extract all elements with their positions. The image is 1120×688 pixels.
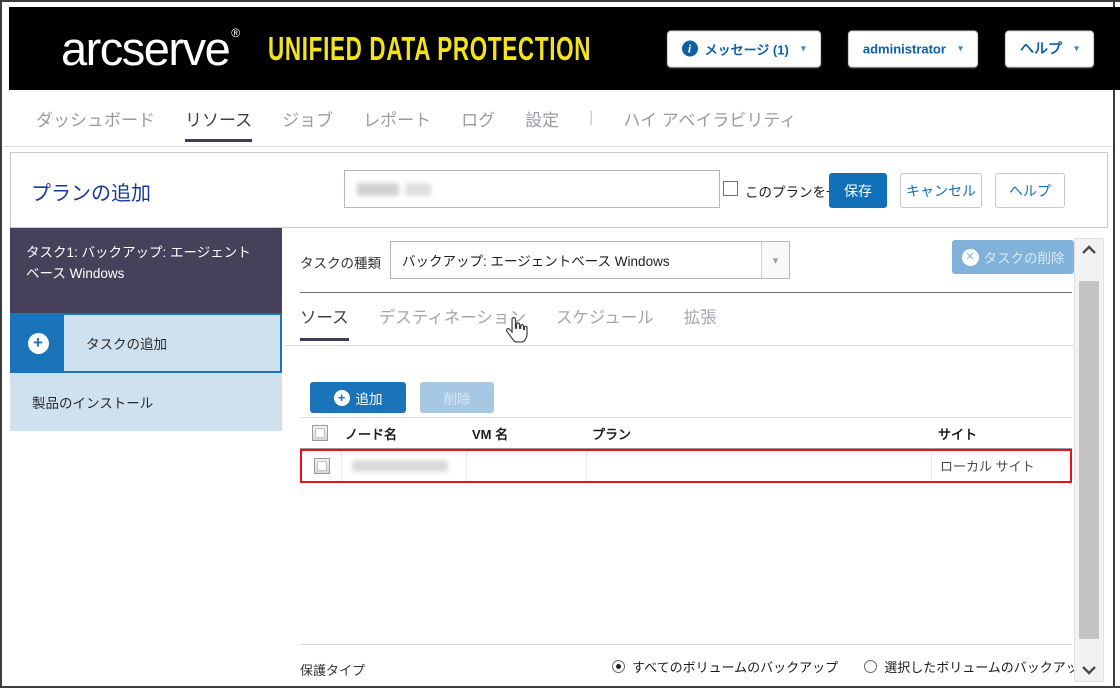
sidebar-item-product-install[interactable]: 製品のインストール [10,373,282,431]
protection-type-label: 保護タイプ [300,660,365,679]
nav-item-settings[interactable]: 設定 [525,106,559,131]
logo-wordmark: arcserve [61,25,229,72]
cell-site: ローカル サイト [940,459,1035,474]
tab-source[interactable]: ソース [300,304,349,341]
radio-all-volumes[interactable]: すべてのボリュームのバックアップ [612,657,838,676]
column-header-node-name: ノード名 [340,424,465,443]
help-dropdown-button[interactable]: ヘルプ ▾ [1005,30,1094,67]
user-label: administrator [863,41,946,56]
task-type-value: バックアップ: エージェントベース Windows [391,250,761,270]
app-window: arcserve ® UNIFIED DATA PROTECTION i メッセ… [0,0,1120,688]
plus-circle-icon: + [334,390,350,406]
nav-divider: | [589,109,593,127]
delete-task-button[interactable]: ✕ タスクの削除 [952,240,1074,274]
redacted-plan-name [405,183,431,196]
add-task-button[interactable]: + タスクの追加 [10,313,282,373]
nav-item-log[interactable]: ログ [461,106,495,131]
column-header-plan: プラン [585,424,930,443]
logo-tagline: UNIFIED DATA PROTECTION [268,32,591,65]
info-icon: i [682,41,698,57]
nav-item-resources[interactable]: リソース [185,106,252,131]
arcserve-logo: arcserve ® UNIFIED DATA PROTECTION [9,25,743,72]
vertical-scrollbar[interactable] [1074,238,1104,682]
messages-label: メッセージ (1) [705,39,789,58]
add-node-label: 追加 [356,388,383,408]
chevron-down-icon: ▾ [958,43,963,54]
row-checkbox[interactable] [314,458,330,474]
redacted-node-name [352,460,448,472]
tab-schedule[interactable]: スケジュール [556,304,654,341]
cell-plan [587,451,932,481]
task-sidebar: タスク1: バックアップ: エージェント ベース Windows + タスクの追… [10,228,282,431]
add-task-icon-cell: + [12,315,64,371]
task-type-select[interactable]: バックアップ: エージェントベース Windows ▾ [390,241,790,279]
brand-header: arcserve ® UNIFIED DATA PROTECTION i メッセ… [9,7,1120,90]
radio-unselected-icon [864,660,877,673]
cancel-button[interactable]: キャンセル [900,173,982,208]
user-dropdown-button[interactable]: administrator ▾ [848,30,978,67]
sidebar-item-task1[interactable]: タスク1: バックアップ: エージェント ベース Windows [10,228,282,313]
chevron-down-icon: ▾ [1074,43,1079,54]
nav-item-high-availability[interactable]: ハイ アベイラビリティ [623,106,796,131]
plus-circle-icon: + [28,333,49,354]
scroll-down-arrow[interactable] [1075,666,1103,675]
page-title: プランの追加 [31,177,151,206]
add-task-label: タスクの追加 [64,315,280,371]
radio-selected-volumes-label: 選択したボリュームのバックアップ [884,657,1092,676]
task-type-label: タスクの種類 [300,252,381,272]
plan-header-band: プランの追加 このプランを一時停止 保存 キャンセル ヘルプ [10,152,1108,228]
save-button[interactable]: 保存 [829,173,887,208]
table-header-row: ノード名 VM 名 プラン サイト [300,418,1072,449]
column-header-site: サイト [930,424,1072,443]
panel-divider [300,292,1072,293]
messages-dropdown-button[interactable]: i メッセージ (1) ▾ [667,30,821,67]
chevron-down-icon: ▾ [761,242,789,278]
radio-selected-icon [612,660,625,673]
redacted-plan-name [357,183,399,196]
window-border-top [0,0,1120,2]
nav-item-jobs[interactable]: ジョブ [282,106,333,131]
nodes-table: ノード名 VM 名 プラン サイト ローカル サイト [300,417,1072,645]
help-label: ヘルプ [1020,39,1062,59]
delete-task-label: タスクの削除 [984,247,1065,267]
pause-plan-checkbox[interactable] [723,181,738,196]
window-border-right [1113,0,1115,688]
nav-item-reports[interactable]: レポート [363,106,431,131]
tab-advanced[interactable]: 拡張 [684,304,717,341]
tabs-underline-divider [284,345,1074,346]
registered-mark: ® [231,26,240,40]
nav-item-dashboard[interactable]: ダッシュボード [36,106,155,131]
cell-vm-name [467,451,587,481]
delete-node-button[interactable]: 削除 [420,382,494,413]
scrollbar-thumb[interactable] [1079,281,1099,639]
table-row[interactable]: ローカル サイト [300,449,1072,483]
protection-type-options: すべてのボリュームのバックアップ 選択したボリュームのバックアップ [612,657,1092,676]
column-header-vm-name: VM 名 [465,424,585,443]
select-all-checkbox[interactable] [312,425,328,441]
help-button[interactable]: ヘルプ [995,173,1065,208]
chevron-down-icon: ▾ [801,43,806,54]
scroll-up-arrow[interactable] [1075,245,1103,254]
mouse-cursor [504,316,530,349]
main-nav: ダッシュボード リソース ジョブ レポート ログ 設定 | ハイ アベイラビリテ… [2,90,1113,147]
x-circle-icon: ✕ [962,249,979,266]
plan-name-input[interactable] [344,170,720,208]
add-node-button[interactable]: + 追加 [310,382,406,413]
radio-selected-volumes[interactable]: 選択したボリュームのバックアップ [864,657,1092,676]
radio-all-volumes-label: すべてのボリュームのバックアップ [632,657,838,676]
